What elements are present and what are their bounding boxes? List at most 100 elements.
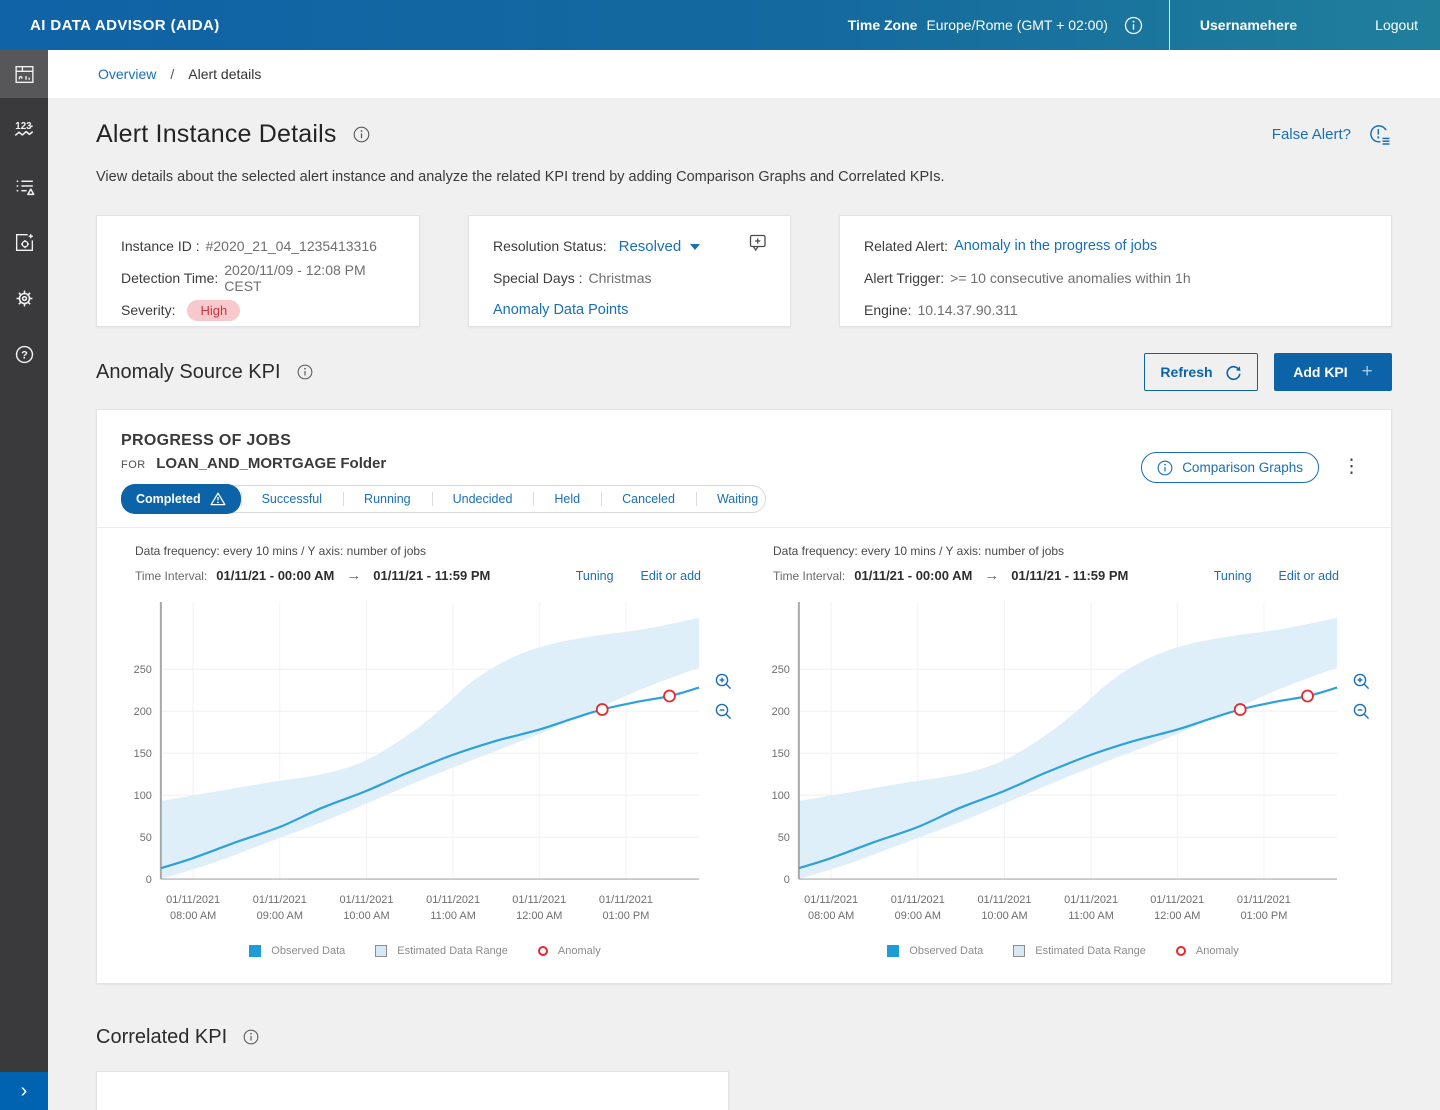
comparison-graphs-button[interactable]: Comparison Graphs [1141,452,1319,483]
related-alert-label: Related Alert: [864,238,948,254]
warning-icon [210,492,226,506]
page-title-info-icon[interactable] [353,126,370,143]
tab-canceled[interactable]: Canceled [601,485,696,513]
refresh-button[interactable]: Refresh [1144,353,1258,391]
sidebar-item-alert-list[interactable] [0,162,48,210]
svg-text:01/11/2021: 01/11/2021 [977,894,1031,906]
time-interval-from: 01/11/21 - 00:00 AM [854,568,972,583]
zoom-in-icon[interactable] [714,672,733,691]
time-zone-label: Time Zone [848,17,918,33]
plus-icon: + [1362,361,1373,383]
false-alert-button[interactable]: False Alert? [1272,122,1392,147]
alert-trigger-value: >= 10 consecutive anomalies within 1h [950,270,1190,286]
tab-successful[interactable]: Successful [241,485,343,513]
chevron-right-icon: › [21,1080,28,1103]
detection-time-value: 2020/11/09 - 12:08 PM CEST [224,262,395,294]
alert-list-icon [13,175,36,198]
kpi-line-chart: 05010015020025001/11/202108:00 AM01/11/2… [121,596,729,927]
resolution-status-select[interactable]: Resolved [619,238,701,255]
anomaly-point [1235,704,1246,715]
charts-area: Data frequency: every 10 mins / Y axis: … [97,527,1391,983]
alert-trigger-label: Alert Trigger: [864,270,944,286]
tab-completed[interactable]: Completed [121,484,241,514]
tab-label: Waiting [717,492,758,506]
legend-item: Anomaly [1176,945,1239,957]
anomaly-source-kpi-info-icon[interactable] [297,364,313,380]
related-alert-link[interactable]: Anomaly in the progress of jobs [954,238,1157,254]
sidebar-item-settings[interactable] [0,274,48,322]
username[interactable]: Usernamehere [1200,17,1297,33]
add-comment-icon[interactable] [749,234,768,257]
svg-text:08:00 AM: 08:00 AM [170,910,216,922]
svg-text:01/11/2021: 01/11/2021 [891,894,945,906]
svg-text:01/11/2021: 01/11/2021 [166,894,220,906]
svg-text:0: 0 [146,874,152,886]
special-days-label: Special Days : [493,270,582,286]
add-kpi-button[interactable]: Add KPI + [1274,353,1392,391]
kpi-title: PROGRESS OF JOBS [121,432,1367,450]
severity-label: Severity: [121,302,175,318]
logout-button[interactable]: Logout [1375,17,1418,33]
anomaly-data-points-link[interactable]: Anomaly Data Points [493,302,628,318]
correlated-kpi-info-icon[interactable] [243,1029,259,1045]
anomaly-swatch [1176,946,1186,956]
svg-text:12:00 AM: 12:00 AM [1154,910,1200,922]
svg-text:08:00 AM: 08:00 AM [808,910,854,922]
zoom-out-icon[interactable] [714,702,733,721]
anomaly-source-kpi-title: Anomaly Source KPI [96,361,281,384]
svg-text:50: 50 [140,832,152,844]
sidebar-item-dashboard[interactable] [0,50,48,98]
anomaly-point [664,691,675,702]
legend-label: Observed Data [271,945,345,957]
time-zone-value: Europe/Rome (GMT + 02:00) [926,17,1107,33]
legend-item: Estimated Data Range [375,945,508,957]
chart-panel-left: Data frequency: every 10 mins / Y axis: … [121,544,729,957]
svg-text:01/11/2021: 01/11/2021 [339,894,393,906]
svg-text:01:00 PM: 01:00 PM [1240,910,1287,922]
main-content: Alert Instance Details False Alert? View… [48,98,1440,1110]
sidebar-item-kpi-metrics[interactable]: 123 [0,106,48,154]
engine-value: 10.14.37.90.311 [917,302,1017,318]
tab-running[interactable]: Running [343,485,432,513]
breadcrumb-overview-link[interactable]: Overview [98,66,156,82]
sidebar-expand-button[interactable]: › [0,1072,48,1110]
time-interval-to: 01/11/21 - 11:59 PM [1011,568,1128,583]
sidebar-item-help[interactable]: ? [0,330,48,378]
anomaly-point [1302,691,1313,702]
tab-held[interactable]: Held [533,485,601,513]
zoom-in-icon[interactable] [1352,672,1371,691]
tuning-link[interactable]: Tuning [576,569,614,583]
overflow-menu-icon[interactable]: ⋮ [1342,455,1361,479]
chart-meta: Data frequency: every 10 mins / Y axis: … [773,544,1367,558]
correlated-kpi-title: Correlated KPI [96,1026,227,1049]
time-zone-info-icon[interactable] [1124,16,1143,35]
tab-waiting[interactable]: Waiting [696,485,779,513]
edit-or-add-link[interactable]: Edit or add [641,569,701,583]
svg-text:01:00 PM: 01:00 PM [602,910,649,922]
arrow-right-icon: → [346,567,361,584]
chart-legend: Observed Data Estimated Data Range Anomaly [121,945,729,957]
legend-label: Estimated Data Range [1035,945,1146,957]
sidebar-item-kpi-config[interactable] [0,218,48,266]
page-title: Alert Instance Details [96,120,337,149]
instance-id-label: Instance ID : [121,238,200,254]
tab-undecided[interactable]: Undecided [432,485,534,513]
breadcrumb-current: Alert details [188,66,261,82]
chart-panel-right: Data frequency: every 10 mins / Y axis: … [759,544,1367,957]
time-interval-to: 01/11/21 - 11:59 PM [373,568,490,583]
svg-text:0: 0 [784,874,790,886]
svg-text:01/11/2021: 01/11/2021 [1064,894,1118,906]
gear-icon [13,287,36,310]
svg-text:09:00 AM: 09:00 AM [257,910,303,922]
svg-text:50: 50 [778,832,790,844]
zoom-out-icon[interactable] [1352,702,1371,721]
edit-or-add-link[interactable]: Edit or add [1279,569,1339,583]
resolution-status-label: Resolution Status: [493,238,607,254]
svg-text:12:00 AM: 12:00 AM [516,910,562,922]
anomaly-source-kpi-card: PROGRESS OF JOBS FOR LOAN_AND_MORTGAGE F… [96,409,1392,984]
special-days-value: Christmas [588,270,651,286]
legend-item: Observed Data [249,945,345,957]
svg-text:09:00 AM: 09:00 AM [895,910,941,922]
legend-label: Anomaly [558,945,601,957]
tuning-link[interactable]: Tuning [1214,569,1252,583]
